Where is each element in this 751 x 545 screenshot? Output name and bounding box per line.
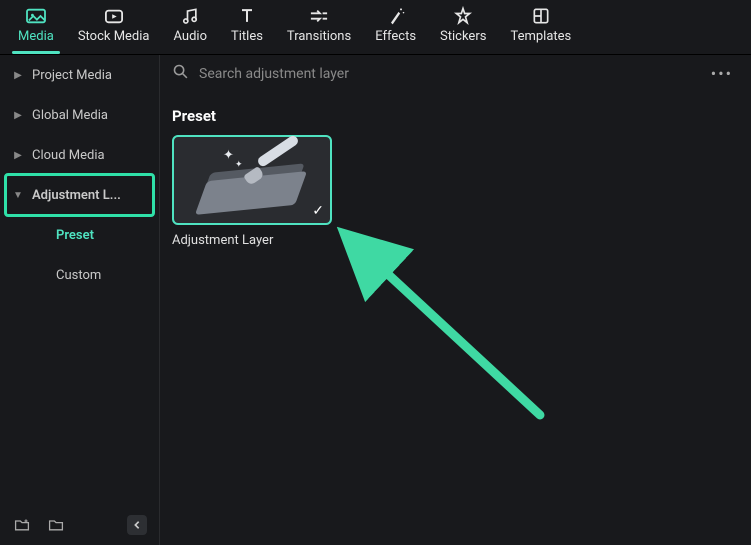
- stickers-icon: [452, 6, 474, 26]
- transitions-icon: [308, 6, 330, 26]
- folder-icon[interactable]: [46, 515, 66, 535]
- tab-audio[interactable]: Audio: [162, 0, 219, 54]
- top-tabs: Media Stock Media Audio Titles: [0, 0, 751, 55]
- sidebar-item-label: Custom: [56, 268, 101, 283]
- tab-label: Titles: [231, 29, 263, 44]
- tab-label: Media: [18, 29, 54, 44]
- thumbnail-adjustment-layer[interactable]: ✦ ✦ ✓: [172, 135, 332, 225]
- more-options-button[interactable]: •••: [711, 64, 733, 83]
- check-icon: ✓: [312, 203, 324, 219]
- caret-right-icon: ▶: [14, 71, 22, 79]
- sidebar-child-preset[interactable]: Preset: [0, 215, 159, 255]
- tab-label: Stickers: [440, 29, 486, 44]
- sidebar-item-project-media[interactable]: ▶ Project Media: [0, 55, 159, 95]
- tab-transitions[interactable]: Transitions: [275, 0, 363, 54]
- sidebar-item-global-media[interactable]: ▶ Global Media: [0, 95, 159, 135]
- media-icon: [25, 6, 47, 26]
- adjustment-layer-illustration: ✦ ✦: [197, 150, 307, 210]
- search-input[interactable]: [199, 66, 701, 82]
- tab-stickers[interactable]: Stickers: [428, 0, 498, 54]
- search-icon: [172, 63, 189, 84]
- sidebar-item-label: Project Media: [32, 68, 112, 83]
- card-label: Adjustment Layer: [172, 233, 332, 248]
- search-row: •••: [160, 55, 751, 93]
- card-adjustment-layer: ✦ ✦ ✓ Adjustment Layer: [172, 135, 332, 248]
- tab-stock-media[interactable]: Stock Media: [66, 0, 162, 54]
- stock-media-icon: [103, 6, 125, 26]
- caret-down-icon: ▼: [14, 191, 22, 199]
- audio-icon: [179, 6, 201, 26]
- sidebar-item-label: Adjustment L...: [32, 188, 121, 203]
- tab-effects[interactable]: Effects: [363, 0, 428, 54]
- new-folder-icon[interactable]: [12, 515, 32, 535]
- sidebar-child-custom[interactable]: Custom: [0, 255, 159, 295]
- tab-label: Audio: [174, 29, 207, 44]
- titles-icon: [236, 6, 258, 26]
- templates-icon: [530, 6, 552, 26]
- effects-icon: [385, 6, 407, 26]
- content-panel: ••• Preset ✦ ✦ ✓ Adjustment Layer: [160, 55, 751, 545]
- sidebar-item-label: Global Media: [32, 108, 108, 123]
- annotation-arrow: [330, 225, 570, 445]
- caret-right-icon: ▶: [14, 151, 22, 159]
- tab-templates[interactable]: Templates: [498, 0, 583, 54]
- main-area: ▶ Project Media ▶ Global Media ▶ Cloud M…: [0, 55, 751, 545]
- tab-label: Effects: [375, 29, 416, 44]
- collapse-sidebar-button[interactable]: [127, 515, 147, 535]
- tab-media[interactable]: Media: [6, 0, 66, 54]
- tab-label: Stock Media: [78, 29, 150, 44]
- sidebar-bottom: [0, 505, 159, 545]
- preset-cards: ✦ ✦ ✓ Adjustment Layer: [160, 135, 751, 248]
- sidebar-item-label: Cloud Media: [32, 148, 105, 163]
- caret-right-icon: ▶: [14, 111, 22, 119]
- sidebar-item-adjustment-layer[interactable]: ▼ Adjustment L...: [0, 175, 159, 215]
- sidebar-item-cloud-media[interactable]: ▶ Cloud Media: [0, 135, 159, 175]
- tab-label: Transitions: [287, 29, 351, 44]
- tab-label: Templates: [510, 29, 571, 44]
- sidebar: ▶ Project Media ▶ Global Media ▶ Cloud M…: [0, 55, 160, 545]
- section-title-preset: Preset: [160, 93, 751, 135]
- tab-titles[interactable]: Titles: [219, 0, 275, 54]
- sidebar-item-label: Preset: [56, 228, 94, 243]
